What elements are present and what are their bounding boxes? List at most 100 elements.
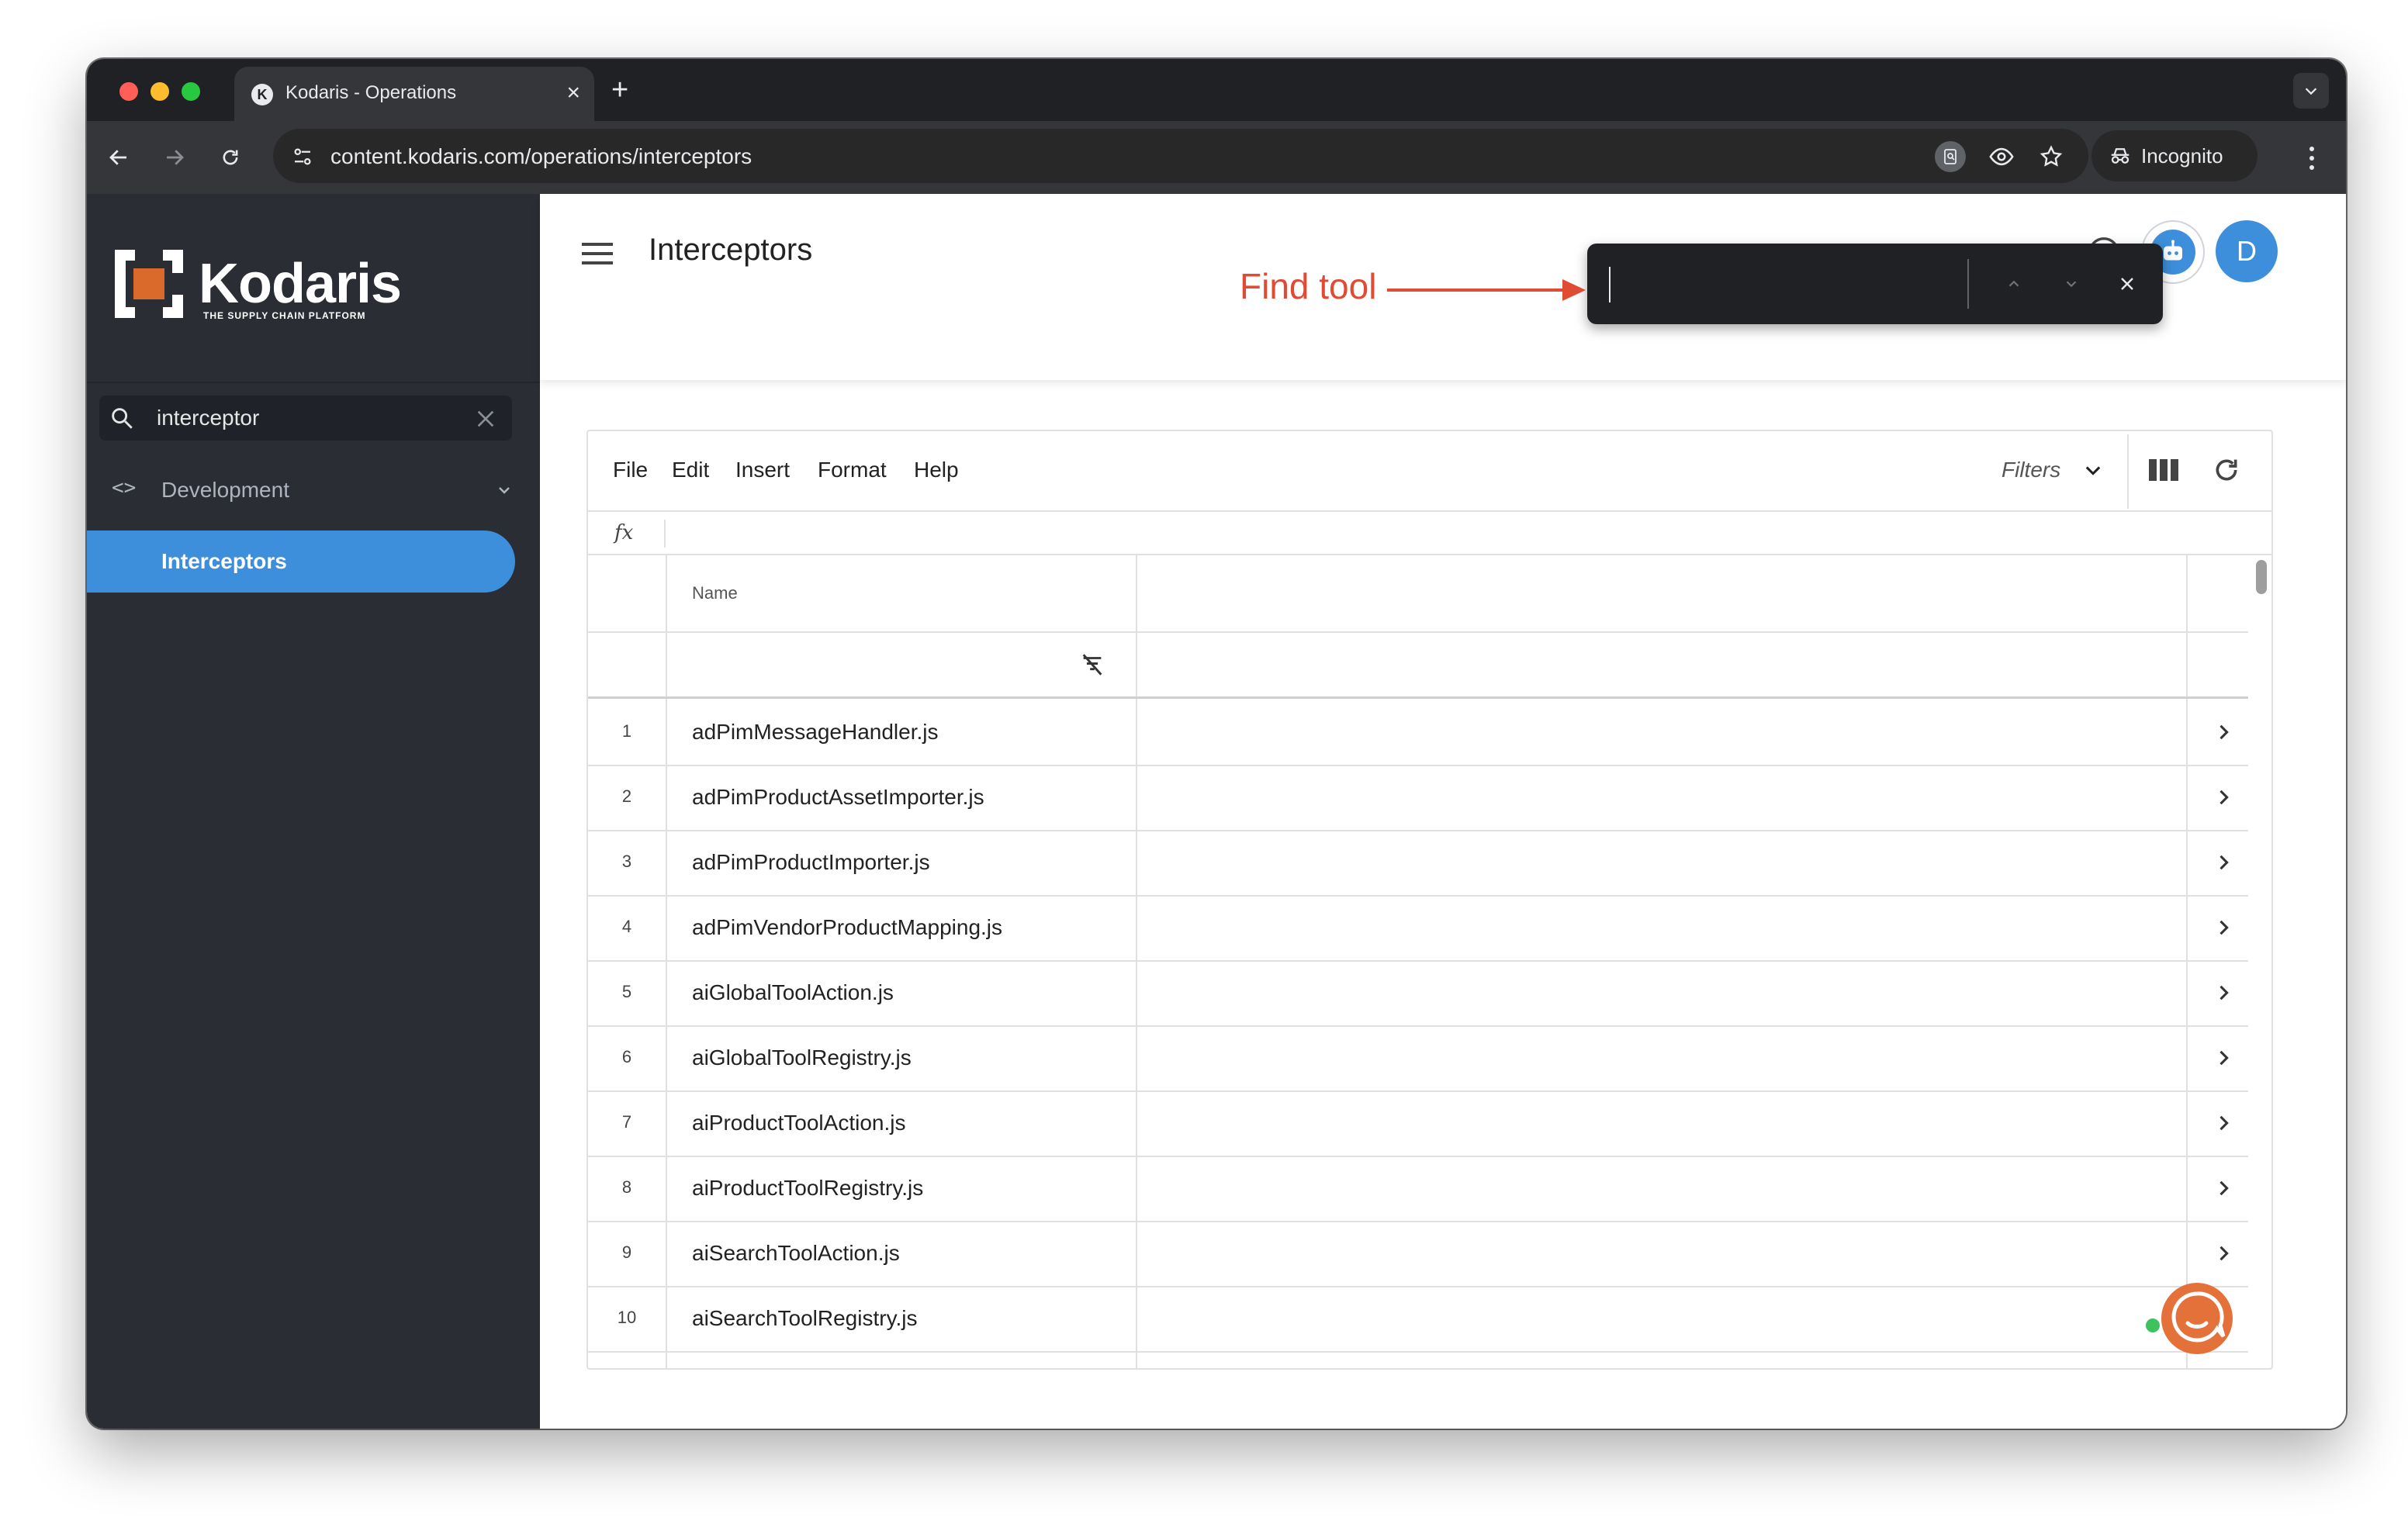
chevron-down-icon <box>499 487 510 494</box>
menu-file[interactable]: File <box>613 458 648 482</box>
menu-help[interactable]: Help <box>914 458 959 482</box>
table-row[interactable]: 9 aiSearchToolAction.js <box>588 1221 2240 1286</box>
kodaris-logo[interactable]: Kodaris THE SUPPLY CHAIN PLATFORM <box>115 250 410 321</box>
close-window-button[interactable] <box>119 82 138 101</box>
grid-body: Name 1 adPimMessageHandler.js 2 adPimPro… <box>588 555 2271 1368</box>
forward-button[interactable] <box>155 138 194 177</box>
eye-icon[interactable] <box>1986 141 2017 172</box>
chevron-up-icon <box>2008 280 2019 287</box>
address-bar[interactable]: content.kodaris.com/operations/intercept… <box>273 129 2088 183</box>
more-vert-icon <box>2309 147 2314 170</box>
chevron-right-icon[interactable] <box>2213 852 2234 873</box>
chevron-right-icon[interactable] <box>2213 1047 2234 1069</box>
row-name: adPimVendorProductMapping.js <box>692 915 1003 939</box>
incognito-icon <box>2111 148 2129 164</box>
table-row[interactable]: 8 aiProductToolRegistry.js <box>588 1156 2240 1221</box>
chevron-right-icon[interactable] <box>2213 1177 2234 1199</box>
row-name: aiGlobalToolAction.js <box>692 980 894 1004</box>
grid-scrollbar-thumb[interactable] <box>2256 560 2267 594</box>
sidebar: Kodaris THE SUPPLY CHAIN PLATFORM <> Dev… <box>87 194 540 1429</box>
table-row[interactable]: 3 adPimProductImporter.js <box>588 830 2240 895</box>
tab-title: Kodaris - Operations <box>285 82 457 103</box>
row-number: 10 <box>617 1308 637 1327</box>
column-header-name[interactable]: Name <box>692 583 738 603</box>
find-previous-button[interactable] <box>1997 267 2031 301</box>
browser-tab[interactable]: K Kodaris - Operations × <box>234 67 594 121</box>
user-avatar[interactable]: D <box>2216 220 2278 282</box>
row-number: 6 <box>621 1047 632 1066</box>
url-text: content.kodaris.com/operations/intercept… <box>330 144 752 168</box>
arrow-left-icon <box>109 150 126 165</box>
row-name: aiProductToolRegistry.js <box>692 1176 924 1200</box>
grid-scrollbar[interactable] <box>2251 555 2268 1368</box>
chevron-right-icon[interactable] <box>2213 982 2234 1004</box>
formula-bar-divider <box>664 520 666 548</box>
row-number: 8 <box>621 1177 632 1197</box>
chat-widget-icon[interactable] <box>2160 1281 2234 1356</box>
tab-bar: K Kodaris - Operations × + <box>87 59 2346 121</box>
fx-icon: fx <box>614 521 634 544</box>
grid-line <box>588 631 2248 633</box>
menu-insert[interactable]: Insert <box>735 458 790 482</box>
browser-menu-button[interactable] <box>2296 141 2327 175</box>
new-tab-button[interactable]: + <box>611 73 628 107</box>
find-input[interactable] <box>1609 267 1950 302</box>
menu-edit[interactable]: Edit <box>672 458 709 482</box>
row-name: adPimMessageHandler.js <box>692 720 939 744</box>
formula-bar[interactable]: fx <box>588 512 2271 555</box>
row-number: 9 <box>621 1242 632 1262</box>
code-icon: <> <box>112 476 137 499</box>
row-number: 3 <box>621 852 632 871</box>
table-row[interactable]: 10 aiSearchToolRegistry.js <box>588 1286 2240 1351</box>
clear-filter-icon[interactable] <box>1078 651 1106 678</box>
chevron-right-icon[interactable] <box>2213 786 2234 808</box>
menu-icon[interactable] <box>582 240 613 267</box>
table-row[interactable]: 5 aiGlobalToolAction.js <box>588 960 2240 1025</box>
kodaris-favicon-icon: K <box>251 84 273 105</box>
table-row[interactable]: 4 adPimVendorProductMapping.js <box>588 895 2240 960</box>
maximize-window-button[interactable] <box>182 82 200 101</box>
minimize-window-button[interactable] <box>150 82 169 101</box>
lens-icon[interactable] <box>1935 141 1966 172</box>
sidebar-item-interceptors[interactable]: Interceptors <box>87 530 515 593</box>
chevron-down-icon <box>2066 281 2077 288</box>
find-next-button[interactable] <box>2054 267 2088 301</box>
kodaris-logo-mark-icon <box>115 250 183 318</box>
chevron-down-icon[interactable] <box>2082 459 2104 481</box>
refresh-icon[interactable] <box>2211 454 2242 486</box>
sidebar-search-input[interactable] <box>155 402 453 434</box>
find-close-button[interactable] <box>2110 267 2144 301</box>
page-title: Interceptors <box>649 233 813 267</box>
row-number: 7 <box>621 1112 632 1132</box>
reload-icon <box>223 150 238 165</box>
back-button[interactable] <box>99 138 138 177</box>
find-bar-divider <box>1967 259 1969 309</box>
tab-close-icon[interactable]: × <box>566 79 580 107</box>
site-settings-icon[interactable] <box>289 143 317 171</box>
chevron-right-icon[interactable] <box>2213 917 2234 938</box>
menubar-divider <box>2127 434 2129 509</box>
tab-search-button[interactable] <box>2293 73 2329 109</box>
table-row[interactable]: 7 aiProductToolAction.js <box>588 1090 2240 1156</box>
chevron-right-icon[interactable] <box>2213 1112 2234 1134</box>
chevron-right-icon[interactable] <box>2213 721 2234 743</box>
clear-search-icon[interactable] <box>473 406 498 431</box>
filters-button[interactable]: Filters <box>2001 458 2060 482</box>
menu-format[interactable]: Format <box>818 458 887 482</box>
grid-menubar: File Edit Insert Format Help Filters <box>588 431 2271 512</box>
sidebar-group-label: Development <box>161 478 289 502</box>
reload-button[interactable] <box>211 138 250 177</box>
row-name: adPimProductImporter.js <box>692 850 930 874</box>
columns-icon[interactable] <box>2149 458 2178 482</box>
row-number: 1 <box>621 721 632 741</box>
chevron-right-icon[interactable] <box>2213 1242 2234 1264</box>
table-row[interactable]: 2 adPimProductAssetImporter.js <box>588 765 2240 830</box>
table-row[interactable]: 1 adPimMessageHandler.js <box>588 700 2240 765</box>
incognito-indicator[interactable]: Incognito <box>2091 130 2258 181</box>
bookmark-star-icon[interactable] <box>2036 141 2067 172</box>
search-icon <box>112 408 133 429</box>
grid-line <box>588 1351 2248 1353</box>
close-icon <box>2121 278 2133 290</box>
table-row[interactable]: 6 aiGlobalToolRegistry.js <box>588 1025 2240 1090</box>
sidebar-group-development[interactable]: <> Development <box>87 465 540 512</box>
